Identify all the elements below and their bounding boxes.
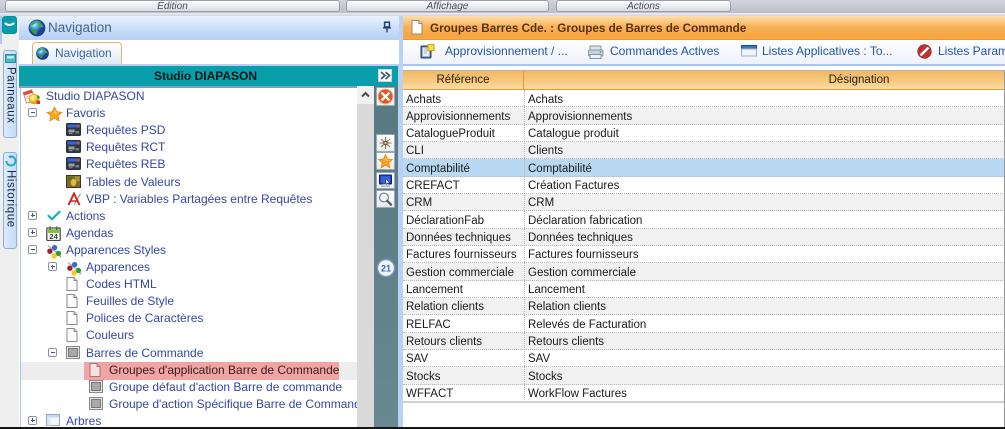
svg-text:24: 24 bbox=[49, 232, 58, 241]
svg-text:21: 21 bbox=[381, 264, 391, 274]
